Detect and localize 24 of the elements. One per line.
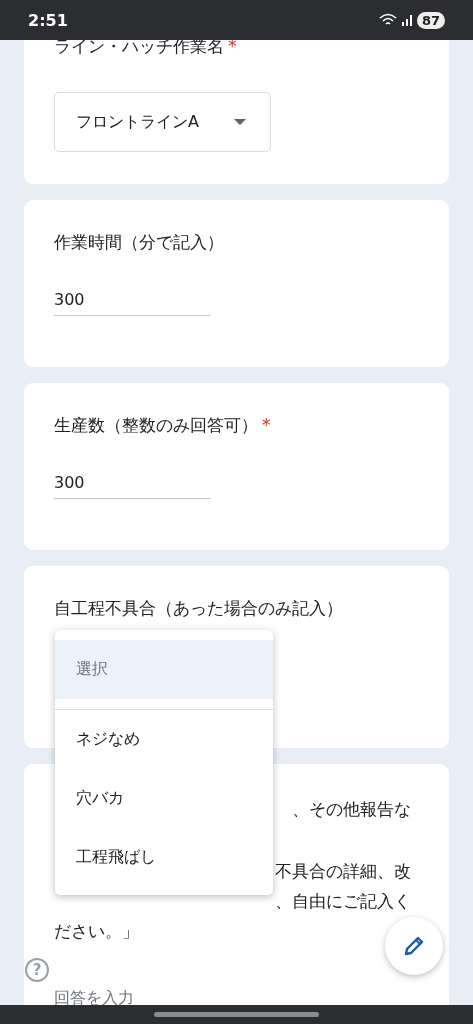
dropdown[interactable]: フロントラインA <box>54 92 271 152</box>
menu-option[interactable]: 選択 <box>55 640 273 699</box>
answer-field[interactable]: 300 <box>54 290 211 316</box>
answer-field[interactable]: 回答を入力 <box>54 988 134 1009</box>
wifi-icon <box>378 13 397 27</box>
required-asterisk: * <box>228 36 237 56</box>
question-title: 生産数（整数のみ回答可） <box>54 415 258 435</box>
menu-option[interactable]: 穴バカ <box>55 769 273 828</box>
question-title: 、その他報告な <box>292 798 411 821</box>
answer-field[interactable]: 300 <box>54 473 211 499</box>
status-time: 2:51 <box>28 10 68 30</box>
home-handle[interactable] <box>154 1012 319 1017</box>
signal-icon <box>400 14 413 26</box>
question-description: 不具合の詳細、改 <box>275 860 411 883</box>
question-title: 自工程不具合（あった場合のみ記入） <box>54 598 343 618</box>
battery-level: 87 <box>416 11 445 29</box>
pencil-icon <box>403 935 425 957</box>
caret-icon <box>234 119 246 125</box>
menu-option[interactable]: ネジなめ <box>55 710 273 769</box>
question-title: 作業時間（分で記入） <box>54 232 224 252</box>
question-description: 、自由にご記入く <box>275 890 411 913</box>
required-asterisk: * <box>262 415 271 435</box>
question-description: ださい。」 <box>54 920 139 943</box>
menu-option[interactable]: 工程飛ばし <box>55 828 273 887</box>
